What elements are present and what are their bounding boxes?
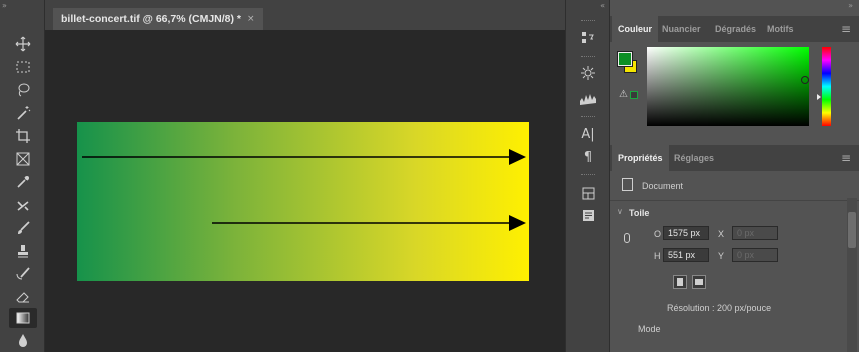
move-icon[interactable] [9,34,37,54]
magic-wand-icon[interactable] [9,103,37,123]
document-tab-title: billet-concert.tif @ 66,7% (CMJN/8) * [61,13,242,25]
color-field[interactable] [647,47,809,126]
gradient-icon[interactable] [9,308,37,328]
color-panel-tabs: Couleur Nuancier Dégradés Motifs ≡ [610,16,859,42]
document-tab-bar: billet-concert.tif @ 66,7% (CMJN/8) * × [45,0,565,30]
mode-label: Mode [638,324,661,334]
panel-icon-dock: « A| ¶ [565,0,610,352]
tools-toolbar: » [0,0,45,352]
x-field[interactable]: 0 px [732,226,778,240]
tab-degrades[interactable]: Dégradés [715,16,756,42]
histogram-icon[interactable] [576,88,600,110]
color-panel-menu-icon[interactable]: ≡ [841,16,851,42]
canvas-gradient[interactable] [77,122,529,281]
properties-panel-tabs: Propriétés Réglages ≡ [610,145,859,171]
crop-icon[interactable] [9,126,37,146]
y-field[interactable]: 0 px [732,248,778,262]
chevron-down-icon[interactable]: ∨ [617,207,623,216]
healing-icon[interactable] [9,195,37,215]
height-label: H [654,251,661,261]
x-label: X [718,229,725,239]
dock-grip[interactable] [581,174,595,176]
layers-icon[interactable] [576,182,600,204]
portrait-icon [677,278,683,286]
tab-nuancier[interactable]: Nuancier [662,16,701,42]
collapse-panels-button[interactable]: » [848,1,853,10]
y-label: Y [718,251,725,261]
collapse-toolbar-button[interactable]: » [2,1,7,11]
link-icon[interactable] [624,233,630,243]
gamut-warning-icon[interactable]: ⚠ [619,89,628,100]
arrowhead-bottom [509,215,526,231]
arrowhead-top [509,149,526,165]
document-label: Document [642,181,684,191]
tab-couleur[interactable]: Couleur [612,16,659,42]
clone-stamp-icon[interactable] [9,241,37,261]
toile-section-title[interactable]: Toile [629,208,649,218]
blur-icon[interactable] [9,330,37,350]
gradient-guides [82,149,526,231]
portrait-orientation-button[interactable] [673,275,687,289]
height-field[interactable]: 551 px [663,248,709,262]
dock-grip[interactable] [581,20,595,22]
close-icon[interactable]: × [247,8,255,30]
tab-proprietes[interactable]: Propriétés [612,145,669,171]
dock-grip[interactable] [581,116,595,118]
photoshop-window: » billet-concert.tif @ 66,7% (CMJN/8) * … [0,0,859,352]
brush-icon[interactable] [9,218,37,238]
eraser-icon[interactable] [9,287,37,307]
dock-grip[interactable] [581,56,595,58]
width-field[interactable]: 1575 px [663,226,709,240]
paragraph-icon[interactable]: ¶ [576,146,600,168]
settings-icon[interactable] [576,62,600,84]
right-panels: » Couleur Nuancier Dégradés Motifs ≡ ⚠ P… [610,0,859,352]
document-icon [622,178,633,191]
tab-motifs[interactable]: Motifs [767,16,794,42]
properties-divider [610,200,859,201]
character-icon[interactable]: A| [576,123,600,145]
width-label: O [654,229,662,239]
scrollbar-thumb[interactable] [848,212,856,248]
hue-slider-handle[interactable] [817,94,821,100]
resolution-text: Résolution : 200 px/pouce [667,303,772,313]
hue-slider[interactable] [822,47,831,126]
eyedropper-icon[interactable] [9,172,37,192]
foreground-color-swatch[interactable] [617,51,633,67]
document-area: billet-concert.tif @ 66,7% (CMJN/8) * × [45,0,565,352]
document-tab[interactable]: billet-concert.tif @ 66,7% (CMJN/8) * × [53,8,263,30]
gamut-swatch[interactable] [630,91,638,99]
panel-swatch-icon[interactable] [576,27,600,49]
frame-icon[interactable] [9,149,37,169]
properties-panel-menu-icon[interactable]: ≡ [841,145,851,171]
history-brush-icon[interactable] [9,264,37,284]
tab-reglages[interactable]: Réglages [674,145,714,171]
properties-scrollbar[interactable] [847,198,857,352]
landscape-orientation-button[interactable] [692,275,706,289]
marquee-icon[interactable] [9,57,37,77]
lasso-icon[interactable] [9,80,37,100]
landscape-icon [695,279,703,285]
color-picker-circle[interactable] [801,76,809,84]
collapse-dock-button[interactable]: « [600,1,605,10]
notes-icon[interactable] [576,204,600,226]
